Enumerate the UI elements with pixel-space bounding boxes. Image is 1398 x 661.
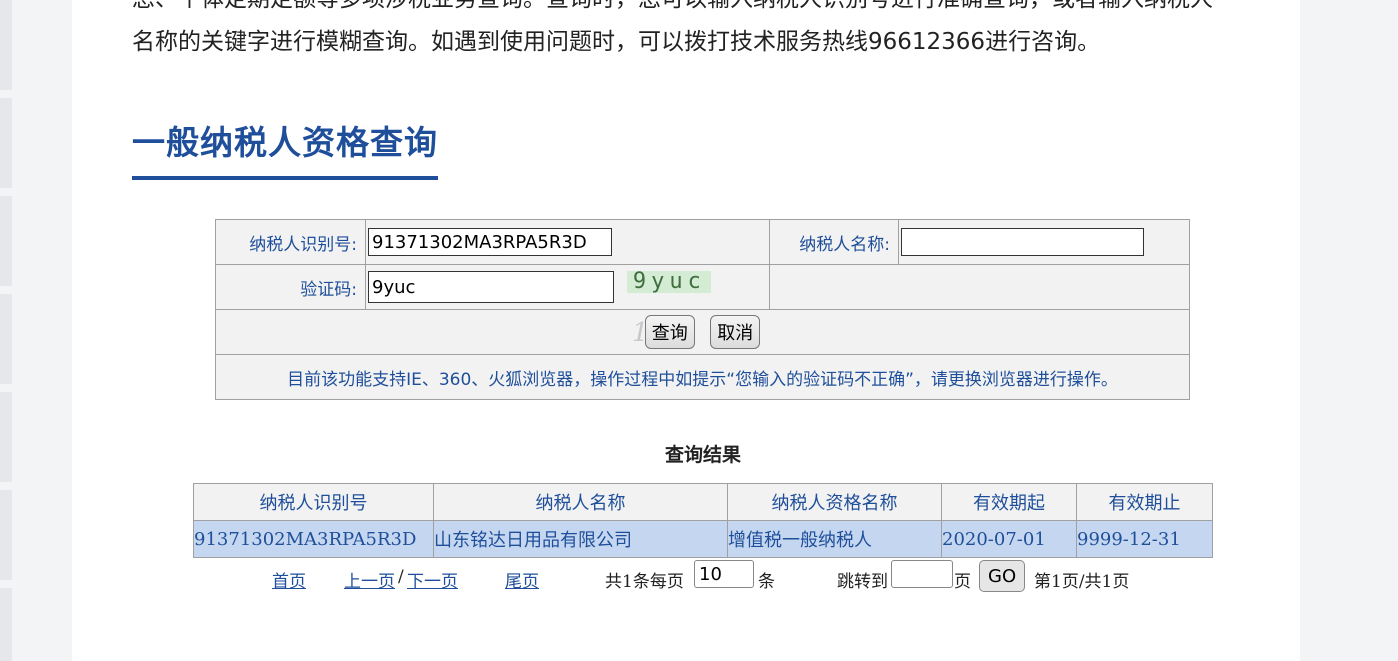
taxpayer-id-input[interactable]: [368, 228, 612, 256]
captcha-label: 验证码:: [215, 264, 366, 310]
column-header: 有效期起: [941, 483, 1077, 521]
column-header: 有效期止: [1076, 483, 1213, 521]
taxpayer-name-input[interactable]: [901, 228, 1144, 256]
go-button[interactable]: GO: [979, 560, 1026, 592]
captcha-image[interactable]: 9yuc: [627, 270, 712, 293]
intro-text: 息、个体定期定额等多项涉税业务查询。查询时，您可以输入纳税人识别号进行准确查询，…: [132, 0, 1272, 64]
page-size-unit: 条: [758, 572, 775, 592]
pager-separator: /: [398, 567, 404, 587]
taxpayer-id-label: 纳税人识别号:: [215, 219, 366, 265]
query-button[interactable]: 查询: [644, 315, 695, 349]
page-content: 息、个体定期定额等多项涉税业务查询。查询时，您可以输入纳税人识别号进行准确查询，…: [72, 0, 1300, 661]
column-header: 纳税人名称: [433, 483, 728, 521]
jump-label: 跳转到: [837, 572, 888, 592]
browser-note: 目前该功能支持IE、360、火狐浏览器，操作过程中如提示“您输入的验证码不正确”…: [215, 354, 1190, 400]
page-size-input[interactable]: [694, 560, 754, 588]
cell-valid-to: 9999-12-31: [1076, 520, 1213, 558]
first-page-link[interactable]: 首页: [272, 567, 306, 592]
captcha-input[interactable]: [368, 271, 614, 303]
cell-qualification: 增值税一般纳税人: [727, 520, 942, 558]
cell-taxpayer-id: 91371302MA3RPA5R3D: [193, 520, 434, 558]
column-header: 纳税人资格名称: [727, 483, 942, 521]
intro-line-1: 息、个体定期定额等多项涉税业务查询。查询时，您可以输入纳税人识别号进行准确查询，…: [132, 0, 1213, 12]
pagination: 首页 上一页 / 下一页 尾页 共1条每页 条 跳转到 页 GO 第1页/共1页: [193, 560, 1212, 594]
results-header-row: 纳税人识别号 纳税人名称 纳税人资格名称 有效期起 有效期止: [193, 483, 1213, 521]
query-form: 纳税人识别号: 纳税人名称: 验证码: 9yuc 1 查询 取消: [215, 219, 1190, 400]
left-scroll-strip: [0, 0, 12, 661]
table-row[interactable]: 91371302MA3RPA5R3D 山东铭达日用品有限公司 增值税一般纳税人 …: [193, 520, 1213, 558]
record-summary: 共1条每页: [605, 572, 684, 592]
next-page-link[interactable]: 下一页: [407, 567, 458, 592]
page-status: 第1页/共1页: [1034, 572, 1130, 592]
results-table: 纳税人识别号 纳税人名称 纳税人资格名称 有效期起 有效期止 91371302M…: [193, 483, 1213, 558]
page-title: 一般纳税人资格查询: [132, 116, 438, 180]
cancel-button[interactable]: 取消: [710, 315, 761, 349]
last-page-link[interactable]: 尾页: [505, 567, 539, 592]
taxpayer-name-label: 纳税人名称:: [769, 219, 899, 265]
jump-page-input[interactable]: [891, 560, 953, 588]
page-unit: 页: [954, 572, 971, 592]
intro-line-2: 名称的关键字进行模糊查询。如遇到使用问题时，可以拨打技术服务热线96612366…: [132, 29, 1101, 55]
cell-valid-from: 2020-07-01: [941, 520, 1077, 558]
column-header: 纳税人识别号: [193, 483, 434, 521]
prev-page-link[interactable]: 上一页: [344, 567, 395, 592]
cell-taxpayer-name: 山东铭达日用品有限公司: [433, 520, 728, 558]
results-title: 查询结果: [664, 444, 741, 466]
